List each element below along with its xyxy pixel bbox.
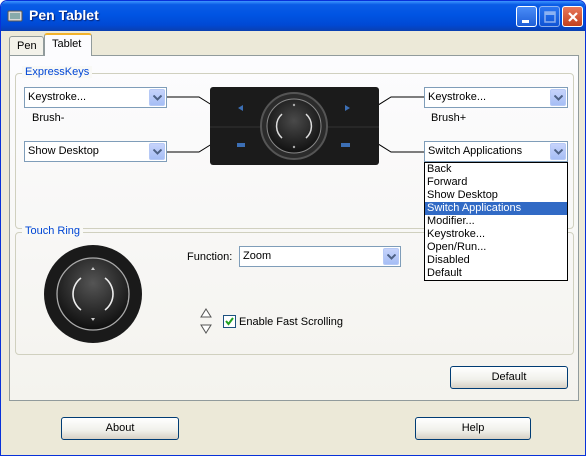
fast-scrolling-label[interactable]: Enable Fast Scrolling bbox=[239, 316, 343, 328]
function-value: Zoom bbox=[243, 250, 272, 262]
chevron-down-icon bbox=[387, 254, 396, 260]
dropdown-arrow[interactable] bbox=[383, 248, 399, 265]
touch-ring-image bbox=[44, 245, 142, 343]
default-button[interactable]: Default bbox=[450, 366, 568, 389]
about-button[interactable]: About bbox=[61, 417, 179, 440]
checkmark-icon bbox=[225, 317, 234, 326]
tablet-expresskeys-image bbox=[210, 87, 379, 165]
fast-scrolling-checkbox[interactable] bbox=[223, 315, 236, 328]
help-button[interactable]: Help bbox=[415, 417, 531, 440]
pen-tablet-window: Pen Tablet Pen Tablet ExpressKeys Touch … bbox=[0, 0, 586, 456]
tab-tablet[interactable]: Tablet bbox=[44, 33, 92, 56]
function-label: Function: bbox=[187, 251, 233, 263]
scroll-arrows-icon bbox=[200, 308, 212, 334]
function-select[interactable]: Zoom bbox=[239, 246, 401, 267]
